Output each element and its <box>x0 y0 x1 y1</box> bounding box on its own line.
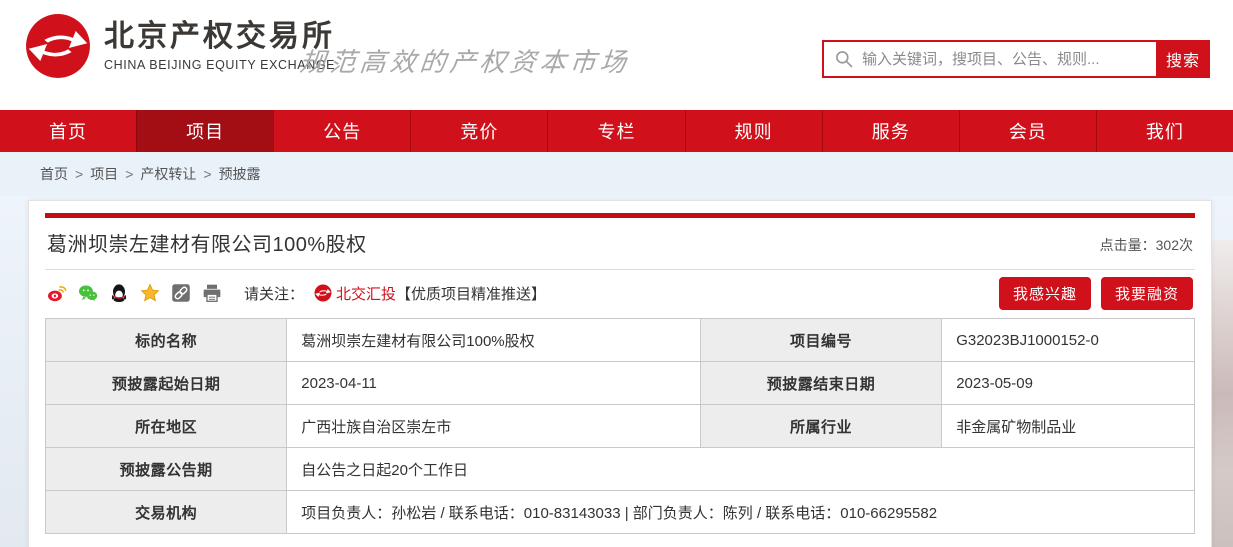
follow-notice: 请关注： 北交汇投 【优质项目精准推送】 <box>244 283 546 304</box>
label-industry: 所属行业 <box>700 405 941 448</box>
hit-counter-value: 302次 <box>1156 237 1193 253</box>
value-start-date: 2023-04-11 <box>287 362 701 405</box>
brand[interactable]: 北京产权交易所 CHINA BEIJING EQUITY EXCHANGE <box>24 12 335 80</box>
weibo-icon[interactable] <box>47 283 67 303</box>
main-nav: 首页 项目 公告 竞价 专栏 规则 服务 会员 我们 <box>0 110 1233 152</box>
follow-prefix: 请关注： <box>244 283 304 304</box>
label-start-date: 预披露起始日期 <box>46 362 287 405</box>
page-title: 葛洲坝崇左建材有限公司100%股权 <box>47 228 367 257</box>
table-row-dates: 预披露起始日期 2023-04-11 预披露结束日期 2023-05-09 <box>46 362 1195 405</box>
follow-suffix: 【优质项目精准推送】 <box>396 283 546 304</box>
nav-item-projects[interactable]: 项目 <box>136 110 273 152</box>
search-button[interactable]: 搜索 <box>1156 40 1210 78</box>
title-row: 葛洲坝崇左建材有限公司100%股权 点击量：302次 <box>45 218 1195 270</box>
breadcrumb-separator: > <box>75 166 83 182</box>
value-subject-name: 葛洲坝崇左建材有限公司100%股权 <box>287 319 701 362</box>
table-row-agency: 交易机构 项目负责人：孙松岩 / 联系电话：010-83143033 | 部门负… <box>46 491 1195 534</box>
value-end-date: 2023-05-09 <box>942 362 1195 405</box>
label-notice-period: 预披露公告期 <box>46 448 287 491</box>
bjex-mini-logo-icon <box>314 284 332 302</box>
project-detail-card: 葛洲坝崇左建材有限公司100%股权 点击量：302次 <box>28 200 1212 547</box>
share-icons <box>47 283 222 303</box>
nav-item-services[interactable]: 服务 <box>822 110 959 152</box>
table-row-region-industry: 所在地区 广西壮族自治区崇左市 所属行业 非金属矿物制品业 <box>46 405 1195 448</box>
value-project-number: G32023BJ1000152-0 <box>942 319 1195 362</box>
label-subject-name: 标的名称 <box>46 319 287 362</box>
favorite-star-icon[interactable] <box>140 283 160 303</box>
breadcrumb-home[interactable]: 首页 <box>40 164 68 184</box>
value-region: 广西壮族自治区崇左市 <box>287 405 701 448</box>
breadcrumb-projects[interactable]: 项目 <box>90 164 118 184</box>
brand-slogan: 规范高效的产权资本市场 <box>298 42 632 79</box>
nav-item-rules[interactable]: 规则 <box>685 110 822 152</box>
search-icon <box>834 49 854 69</box>
breadcrumb: 首页 > 项目 > 产权转让 > 预披露 <box>0 152 1233 196</box>
nav-item-announcements[interactable]: 公告 <box>273 110 410 152</box>
nav-item-home[interactable]: 首页 <box>0 110 136 152</box>
label-agency: 交易机构 <box>46 491 287 534</box>
actions-row: 请关注： 北交汇投 【优质项目精准推送】 我感兴趣 我要融资 <box>45 270 1195 316</box>
table-row-subject: 标的名称 葛洲坝崇左建材有限公司100%股权 项目编号 G32023BJ1000… <box>46 319 1195 362</box>
hit-counter: 点击量：302次 <box>1100 235 1193 257</box>
hit-counter-label: 点击量： <box>1100 237 1156 253</box>
breadcrumb-predisclosure[interactable]: 预披露 <box>219 164 261 184</box>
label-region: 所在地区 <box>46 405 287 448</box>
breadcrumb-separator: > <box>203 166 211 182</box>
label-end-date: 预披露结束日期 <box>700 362 941 405</box>
action-buttons: 我感兴趣 我要融资 <box>999 277 1193 310</box>
nav-item-columns[interactable]: 专栏 <box>547 110 684 152</box>
label-project-number: 项目编号 <box>700 319 941 362</box>
value-agency-contacts: 项目负责人：孙松岩 / 联系电话：010-83143033 | 部门负责人：陈列… <box>287 491 1195 534</box>
interested-button[interactable]: 我感兴趣 <box>999 277 1091 310</box>
bjex-logo-icon <box>24 12 92 80</box>
breadcrumb-equity-transfer[interactable]: 产权转让 <box>140 164 196 184</box>
wechat-icon[interactable] <box>78 283 98 303</box>
copy-link-icon[interactable] <box>171 283 191 303</box>
nav-item-members[interactable]: 会员 <box>959 110 1096 152</box>
site-header: 北京产权交易所 CHINA BEIJING EQUITY EXCHANGE 规范… <box>0 0 1233 110</box>
search-box: 搜索 <box>822 40 1210 78</box>
background-photo-strip <box>1211 240 1233 547</box>
search-input[interactable] <box>862 42 1156 76</box>
value-industry: 非金属矿物制品业 <box>942 405 1195 448</box>
value-notice-period: 自公告之日起20个工作日 <box>287 448 1195 491</box>
project-info-table: 标的名称 葛洲坝崇左建材有限公司100%股权 项目编号 G32023BJ1000… <box>45 318 1195 534</box>
print-icon[interactable] <box>202 283 222 303</box>
follow-account-link[interactable]: 北交汇投 <box>336 283 396 304</box>
breadcrumb-separator: > <box>125 166 133 182</box>
financing-button[interactable]: 我要融资 <box>1101 277 1193 310</box>
nav-item-about[interactable]: 我们 <box>1096 110 1233 152</box>
table-row-notice-period: 预披露公告期 自公告之日起20个工作日 <box>46 448 1195 491</box>
qq-icon[interactable] <box>109 283 129 303</box>
nav-item-bidding[interactable]: 竞价 <box>410 110 547 152</box>
